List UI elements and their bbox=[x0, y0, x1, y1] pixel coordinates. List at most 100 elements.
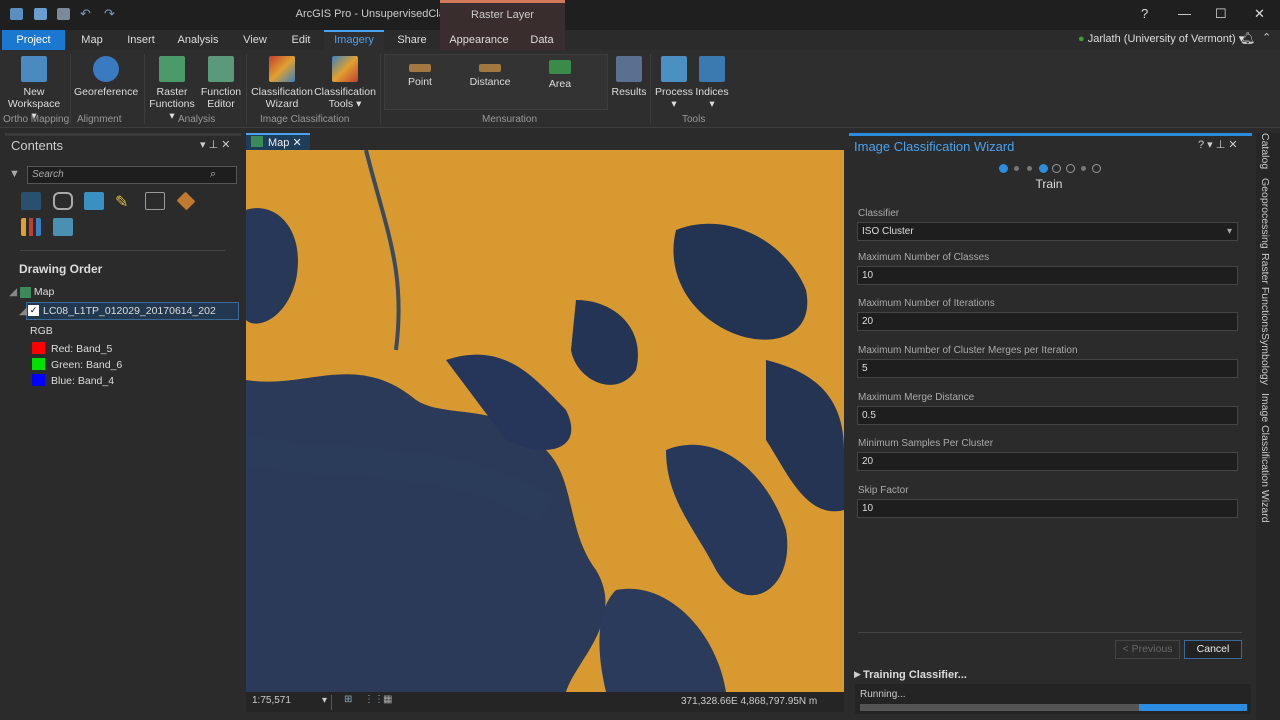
max-merge-distance-input[interactable]: 0.5 bbox=[857, 406, 1238, 425]
drawing-order-heading: Drawing Order bbox=[19, 262, 103, 276]
maximize-button[interactable]: ☐ bbox=[1215, 6, 1227, 22]
help-button[interactable]: ? bbox=[1141, 6, 1148, 21]
group-analysis: Analysis bbox=[178, 114, 216, 125]
progress-fill bbox=[1138, 704, 1247, 711]
group-alignment: Alignment bbox=[77, 114, 122, 125]
step-1-dot bbox=[999, 164, 1008, 173]
group-ortho-mapping: Ortho Mapping bbox=[3, 114, 70, 125]
side-tab-geoprocessing[interactable]: Geoprocessing bbox=[1259, 178, 1271, 249]
tab-data[interactable]: Data bbox=[524, 30, 560, 50]
point-button[interactable]: Point bbox=[400, 64, 440, 88]
min-samples-label: Minimum Samples Per Cluster bbox=[858, 438, 994, 449]
area-button[interactable]: Area bbox=[540, 60, 580, 90]
point-icon bbox=[409, 64, 431, 72]
imagery-icon[interactable] bbox=[53, 218, 73, 236]
classifier-label: Classifier bbox=[858, 208, 900, 219]
tab-share[interactable]: Share bbox=[392, 30, 432, 50]
tab-imagery[interactable]: Imagery bbox=[324, 30, 384, 50]
green-band: Green: Band_6 bbox=[51, 359, 123, 371]
fixed-zoom-icon[interactable]: ⊞ bbox=[344, 694, 352, 705]
step-4-dot bbox=[1039, 164, 1048, 173]
user-account[interactable]: ● Jarlath (University of Vermont) ▾ bbox=[1078, 32, 1244, 45]
step-3-dot bbox=[1027, 166, 1032, 171]
georeference-button[interactable]: Georeference bbox=[74, 56, 138, 98]
step-7-dot bbox=[1081, 166, 1086, 171]
search-icon[interactable]: ⌕ bbox=[210, 168, 216, 181]
previous-button[interactable]: < Previous bbox=[1115, 640, 1180, 659]
navigator-icon[interactable]: ⋮⋮ bbox=[364, 694, 384, 705]
cancel-button[interactable]: Cancel bbox=[1184, 640, 1242, 659]
step-2-dot bbox=[1014, 166, 1019, 171]
classifier-select[interactable]: ISO Cluster ▾ bbox=[857, 222, 1238, 241]
raster-functions-button[interactable]: Raster Functions ▾ bbox=[146, 56, 198, 122]
process-icon bbox=[661, 56, 687, 82]
close-button[interactable]: ✕ bbox=[1254, 6, 1265, 22]
minimize-button[interactable]: — bbox=[1178, 6, 1191, 21]
process-button[interactable]: Process ▾ bbox=[654, 56, 694, 110]
classification-tools-button[interactable]: Classification Tools ▾ bbox=[314, 56, 376, 110]
tab-map[interactable]: Map bbox=[72, 30, 112, 50]
contents-search-input[interactable]: Search bbox=[27, 166, 237, 184]
workspace-icon bbox=[21, 56, 47, 82]
notifications-icon[interactable]: 🔔︎ bbox=[1240, 31, 1255, 45]
function-editor-icon bbox=[208, 56, 234, 82]
progress-title: Training Classifier... bbox=[863, 669, 967, 681]
progress-status: Running... bbox=[860, 689, 906, 700]
scale-selector[interactable]: 1:75,571 ▾ bbox=[252, 695, 332, 710]
max-classes-label: Maximum Number of Classes bbox=[858, 252, 990, 263]
context-tab-label: Raster Layer bbox=[471, 9, 534, 21]
side-tab-catalog[interactable]: Catalog bbox=[1259, 133, 1271, 169]
coordinates-readout: 371,328.66E 4,868,797.95N m bbox=[681, 696, 818, 707]
map-node[interactable]: ◢ Map bbox=[9, 286, 54, 298]
wizard-pane-controls[interactable]: ? ▾ ⊥ ✕ bbox=[1198, 138, 1238, 151]
max-merges-input[interactable]: 5 bbox=[857, 359, 1238, 378]
snapping-icon[interactable] bbox=[145, 192, 165, 210]
tab-edit[interactable]: Edit bbox=[284, 30, 318, 50]
user-icon: ● bbox=[1078, 33, 1088, 45]
distance-button[interactable]: Distance bbox=[466, 64, 514, 88]
data-source-icon[interactable] bbox=[53, 192, 73, 210]
group-tools: Tools bbox=[682, 114, 706, 125]
green-swatch[interactable] bbox=[32, 358, 45, 370]
grid-icon[interactable]: ▦ bbox=[383, 694, 392, 705]
min-samples-input[interactable]: 20 bbox=[857, 452, 1238, 471]
filter-icon[interactable]: ▼ bbox=[9, 168, 20, 180]
editing-icon[interactable]: ✎ bbox=[115, 192, 135, 211]
pane-options-icon[interactable]: ▾ ⊥ ✕ bbox=[200, 138, 230, 151]
map-canvas[interactable] bbox=[246, 150, 844, 692]
tab-analysis[interactable]: Analysis bbox=[172, 30, 224, 50]
red-swatch[interactable] bbox=[32, 342, 45, 354]
step-8-dot bbox=[1092, 164, 1101, 173]
blue-band: Blue: Band_4 bbox=[51, 375, 115, 387]
classification-tools-icon bbox=[332, 56, 358, 82]
selection-icon[interactable] bbox=[84, 192, 104, 210]
contents-title: Contents bbox=[11, 138, 64, 153]
rgb-label: RGB bbox=[30, 325, 53, 337]
results-button[interactable]: Results bbox=[611, 56, 647, 98]
expand-progress-icon[interactable]: ▶ bbox=[854, 669, 861, 680]
function-editor-button[interactable]: Function Editor bbox=[200, 56, 242, 110]
indices-button[interactable]: Indices ▾ bbox=[694, 56, 730, 110]
classification-wizard-button[interactable]: Classification Wizard bbox=[250, 56, 314, 110]
tab-insert[interactable]: Insert bbox=[120, 30, 162, 50]
drawing-order-icon[interactable] bbox=[21, 192, 41, 210]
max-iterations-input[interactable]: 20 bbox=[857, 312, 1238, 331]
blue-swatch[interactable] bbox=[32, 374, 45, 386]
group-image-classification: Image Classification bbox=[260, 114, 350, 125]
layer-visibility-checkbox[interactable]: ✓ bbox=[28, 305, 39, 316]
title-bar: ↶ ↷ ArcGIS Pro - UnsupervisedClassificat… bbox=[0, 0, 1280, 30]
wizard-title: Image Classification Wizard bbox=[854, 139, 1015, 154]
charts-icon[interactable] bbox=[21, 218, 41, 236]
tab-appearance[interactable]: Appearance bbox=[445, 30, 513, 50]
tab-project[interactable]: Project bbox=[2, 30, 65, 50]
max-classes-input[interactable]: 10 bbox=[857, 266, 1238, 285]
side-tab-image-classification-wizard[interactable]: Image Classification Wizard bbox=[1259, 393, 1271, 523]
collapse-ribbon-icon[interactable]: ⌃ bbox=[1262, 31, 1271, 44]
side-tab-raster-functions[interactable]: Raster Functions bbox=[1259, 253, 1271, 332]
side-tab-symbology[interactable]: Symbology bbox=[1259, 333, 1271, 385]
skip-factor-input[interactable]: 10 bbox=[857, 499, 1238, 518]
group-mensuration: Mensuration bbox=[482, 114, 538, 125]
tab-view[interactable]: View bbox=[236, 30, 274, 50]
new-workspace-button[interactable]: New Workspace ▾ bbox=[4, 56, 64, 122]
raster-functions-icon bbox=[159, 56, 185, 82]
